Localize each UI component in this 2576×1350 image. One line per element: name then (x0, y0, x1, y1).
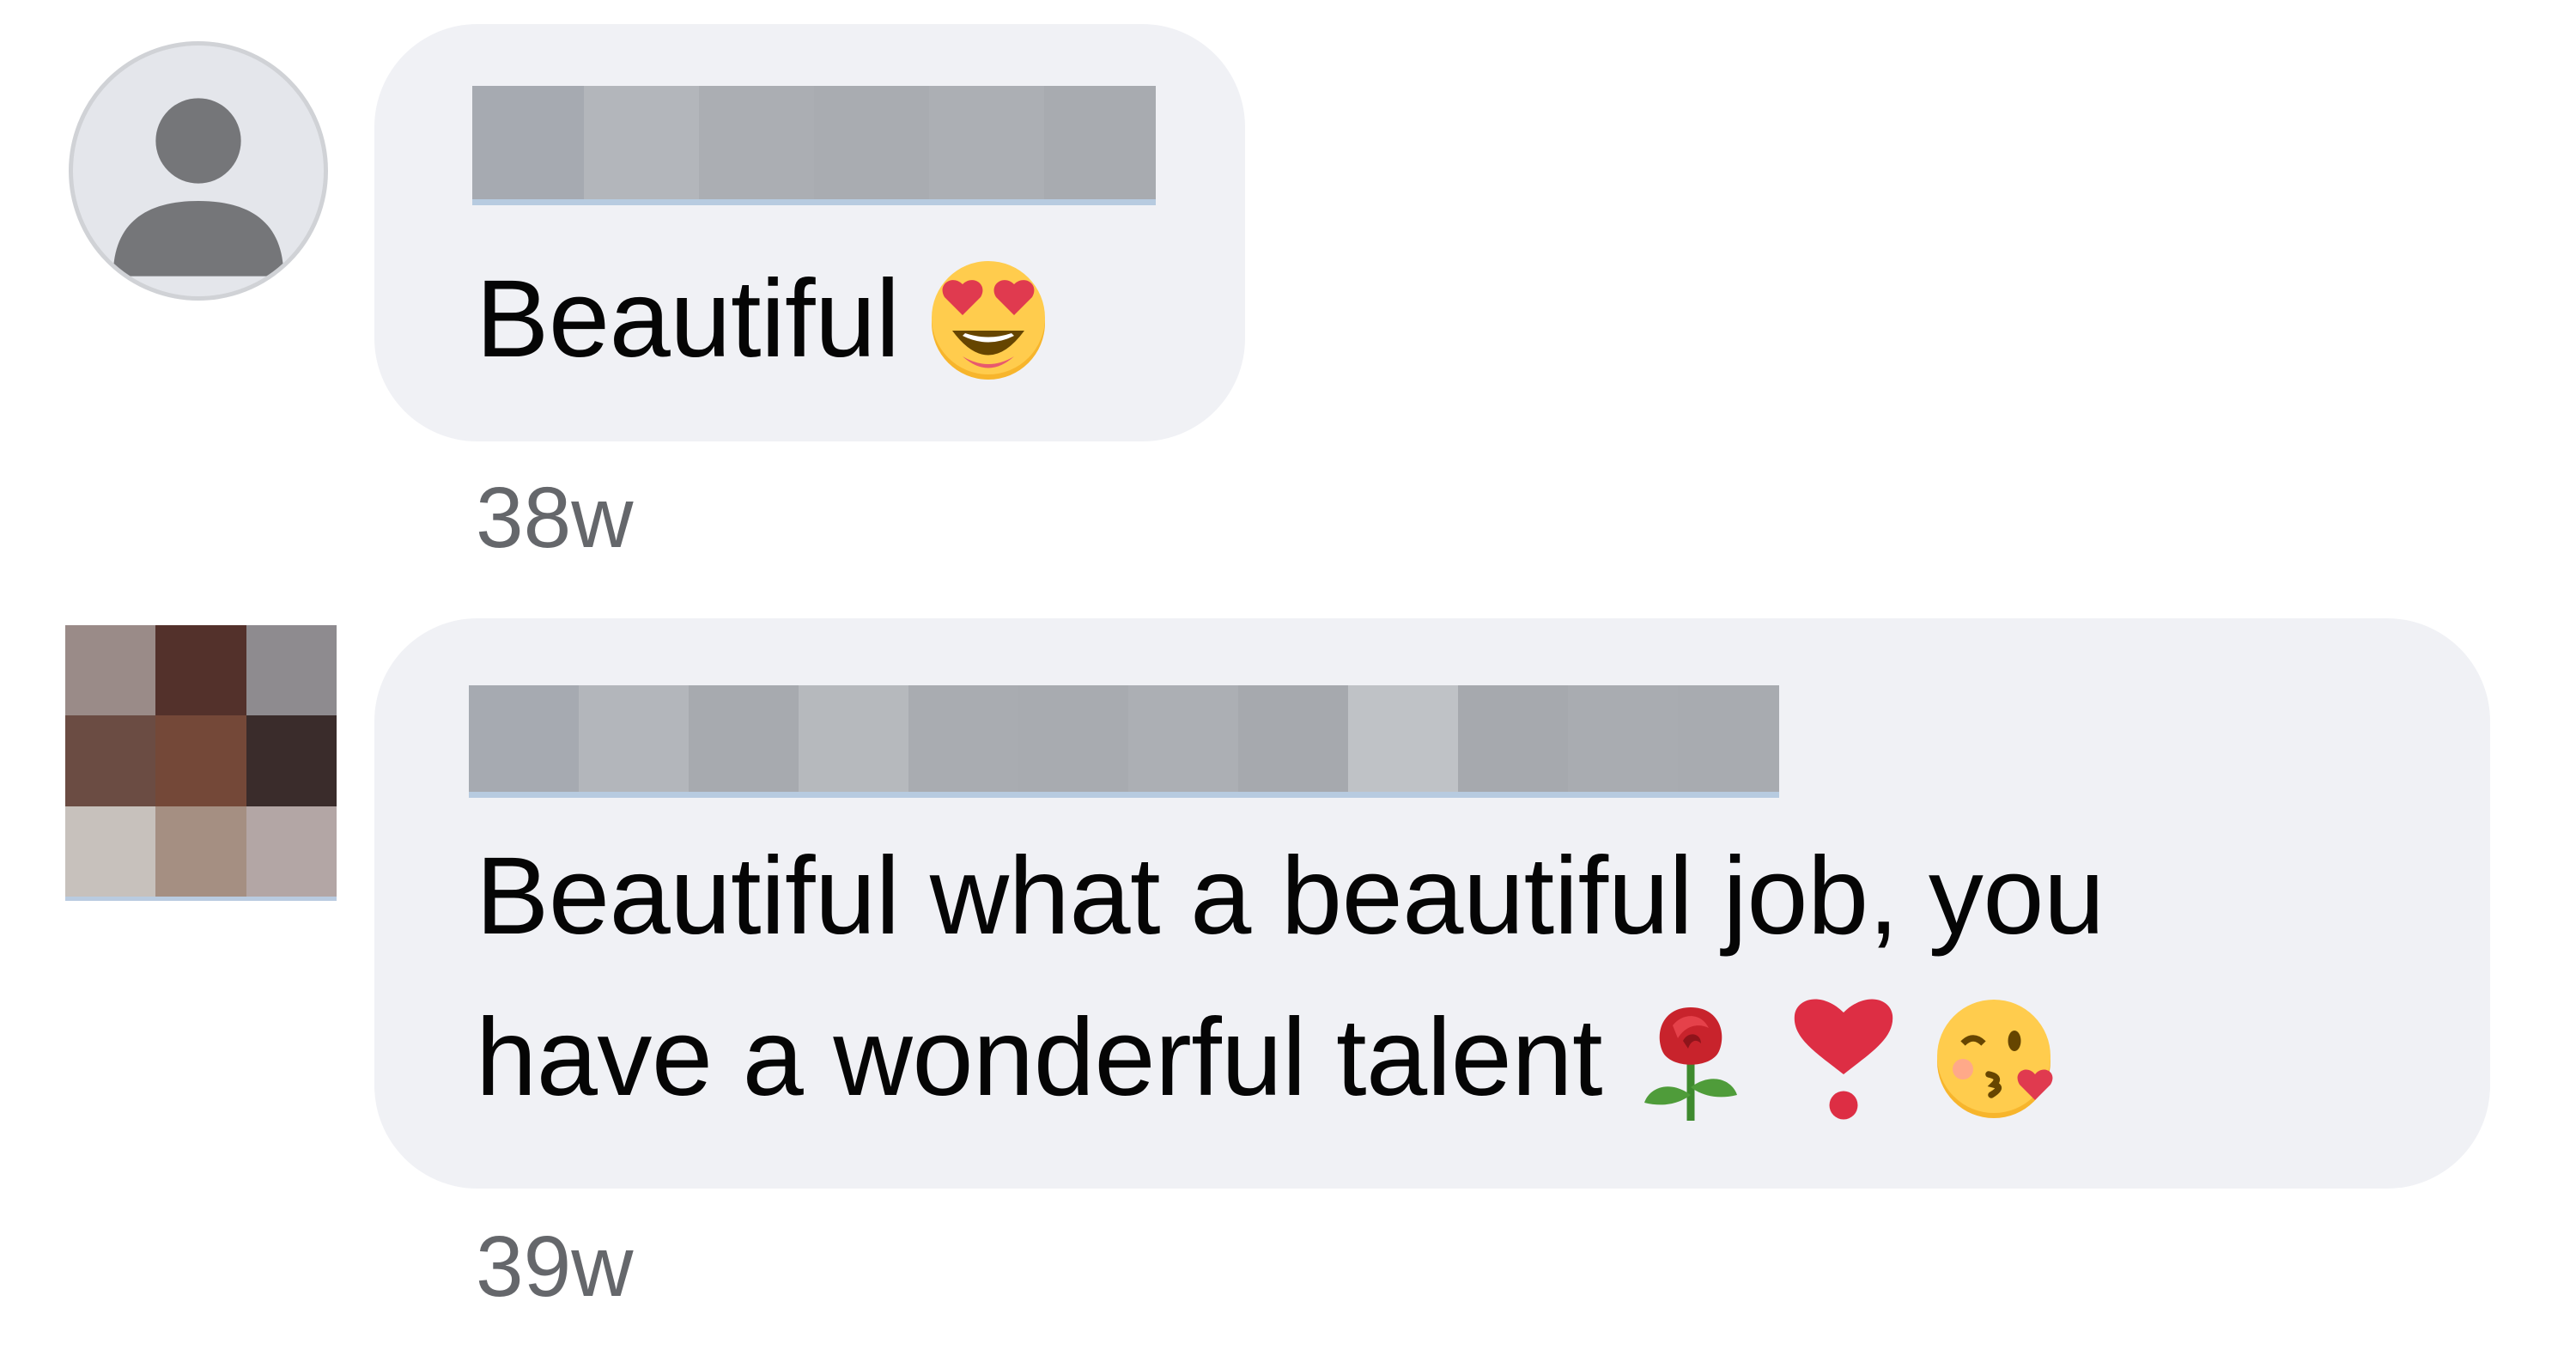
avatar-user-photo[interactable] (65, 625, 337, 901)
comment-text: Beautiful what a beautiful job, you have… (476, 816, 2105, 1139)
heart-exclamation-emoji (1779, 994, 1908, 1123)
comment-text: Beautiful (476, 239, 1053, 400)
comment-text-content: Beautiful (476, 258, 900, 380)
comment-timestamp[interactable]: 38w (476, 471, 633, 565)
avatar-default-profile[interactable] (69, 41, 328, 301)
comment-text-line-1: Beautiful what a beautiful job, you (476, 835, 2105, 958)
comment-author-name-redacted[interactable] (472, 86, 1156, 205)
comment-author-name-redacted[interactable] (469, 685, 1779, 798)
rose-emoji (1626, 994, 1755, 1123)
heart-eyes-emoji (924, 256, 1053, 385)
default-profile-icon (112, 98, 284, 277)
kissing-wink-emoji (1932, 994, 2061, 1123)
comment-bubble: Beautiful what a beautiful job, you have… (374, 618, 2490, 1189)
comment-bubble: Beautiful (374, 24, 1245, 441)
comment-text-line-2: have a wonderful talent (476, 996, 1603, 1119)
comment-timestamp[interactable]: 39w (476, 1219, 633, 1314)
